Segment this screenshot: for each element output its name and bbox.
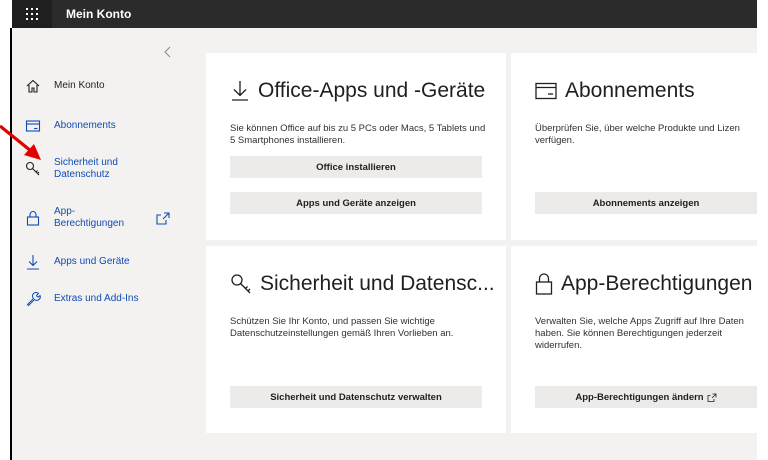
manage-security-button[interactable]: Sicherheit und Datenschutz verwalten xyxy=(230,386,482,408)
app-title[interactable]: Mein Konto xyxy=(66,7,131,21)
card-title: Abonnements xyxy=(535,79,695,103)
sidebar-item-apps-und-geraete[interactable]: Apps und Geräte xyxy=(12,254,184,270)
card-title-text: Abonnements xyxy=(565,79,695,102)
card-sicherheit: Sicherheit und Datensc... Schützen Sie I… xyxy=(206,246,506,433)
card-icon xyxy=(535,82,557,100)
main-content: Office-Apps und -Geräte Sie können Offic… xyxy=(184,28,757,460)
card-title-text: Office-Apps und -Geräte xyxy=(258,79,486,102)
sidebar-item-mein-konto[interactable]: Mein Konto xyxy=(12,78,184,94)
card-title: Sicherheit und Datensc... xyxy=(230,272,495,296)
view-subscriptions-button[interactable]: Abonnements anzeigen xyxy=(535,192,757,214)
card-description: Schützen Sie Ihr Konto, und passen Sie w… xyxy=(230,316,454,339)
card-title-text: App-Berechtigungen xyxy=(561,272,753,295)
wrench-icon xyxy=(25,291,41,307)
button-label: App-Berechtigungen ändern xyxy=(575,391,704,403)
card-description: Überprüfen Sie, über welche Produkte und… xyxy=(535,123,740,146)
sidebar-item-label: Sicherheit und Datenschutz xyxy=(54,157,118,180)
page: Mein Konto Mein Konto Abonnements Sicher… xyxy=(0,0,768,460)
app-launcher-icon[interactable] xyxy=(12,0,52,28)
card-description: Sie können Office auf bis zu 5 PCs oder … xyxy=(230,123,486,146)
card-description: Verwalten Sie, welche Apps Zugriff auf I… xyxy=(535,316,744,351)
change-app-permissions-button[interactable]: App-Berechtigungen ändern xyxy=(535,386,757,408)
external-link-icon[interactable] xyxy=(155,211,171,225)
annotation-arrow xyxy=(0,124,41,160)
sidebar-item-extras[interactable]: Extras und Add-Ins xyxy=(12,291,184,307)
card-app-berechtigungen: App-Berechtigungen Verwalten Sie, welche… xyxy=(511,246,757,433)
lock-icon xyxy=(25,210,41,226)
sidebar: Mein Konto Abonnements Sicherheit und Da… xyxy=(12,28,184,460)
download-icon xyxy=(232,81,248,101)
sidebar-item-label: App-Berechtigungen xyxy=(54,206,125,229)
sidebar-item-label: Apps und Geräte xyxy=(54,256,130,267)
install-office-button[interactable]: Office installieren xyxy=(230,156,482,178)
sidebar-item-label: Extras und Add-Ins xyxy=(54,293,139,304)
window-edge xyxy=(757,0,768,460)
download-icon xyxy=(25,254,41,270)
collapse-chevron-icon[interactable] xyxy=(160,44,176,60)
sidebar-item-label: Mein Konto xyxy=(54,80,105,91)
card-title-text: Sicherheit und Datensc... xyxy=(260,272,495,295)
card-abonnements: Abonnements Überprüfen Sie, über welche … xyxy=(511,53,757,240)
card-title: App-Berechtigungen xyxy=(535,272,752,296)
card-office-apps: Office-Apps und -Geräte Sie können Offic… xyxy=(206,53,506,240)
home-icon xyxy=(25,78,41,94)
view-apps-devices-button[interactable]: Apps und Geräte anzeigen xyxy=(230,192,482,214)
lock-icon xyxy=(535,273,553,295)
external-link-icon xyxy=(707,393,717,402)
key-icon xyxy=(231,274,251,294)
top-bar: Mein Konto xyxy=(12,0,757,28)
sidebar-item-label: Abonnements xyxy=(54,120,116,131)
card-title: Office-Apps und -Geräte xyxy=(230,79,485,103)
